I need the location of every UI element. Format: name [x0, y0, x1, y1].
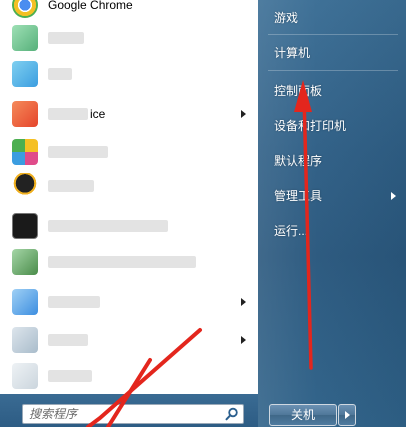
program-item[interactable]: [0, 20, 258, 56]
chrome-icon: [12, 0, 38, 18]
search-input[interactable]: [29, 406, 209, 422]
menu-item-control-panel[interactable]: 控制面板: [274, 84, 322, 98]
chevron-right-icon: [345, 411, 350, 419]
program-label: Google Chrome: [48, 0, 133, 12]
program-item[interactable]: [0, 168, 258, 204]
start-menu-right-panel: 游戏 计算机 控制面板 设备和打印机 默认程序 管理工具 运行...: [258, 0, 406, 427]
blurred-app-icon-1: [12, 25, 38, 51]
blurred-app-icon-4: [12, 139, 38, 165]
menu-separator: [268, 70, 398, 71]
submenu-arrow-icon: [241, 298, 246, 306]
menu-item-computer[interactable]: 计算机: [274, 46, 310, 60]
menu-item-default-programs[interactable]: 默认程序: [274, 154, 322, 168]
program-item[interactable]: ice: [0, 96, 258, 132]
search-icon[interactable]: [225, 407, 239, 421]
program-item[interactable]: [0, 56, 258, 92]
program-item[interactable]: [0, 208, 258, 244]
menu-item-admin-tools[interactable]: 管理工具: [274, 189, 322, 203]
blurred-app-icon-8: [12, 363, 38, 389]
program-item[interactable]: [0, 284, 258, 320]
shutdown-button[interactable]: 关机: [269, 404, 337, 426]
submenu-arrow-icon: [391, 192, 396, 200]
search-box[interactable]: [22, 404, 244, 424]
submenu-arrow-icon: [241, 336, 246, 344]
menu-item-games[interactable]: 游戏: [274, 11, 298, 25]
program-item[interactable]: [0, 358, 258, 394]
start-menu-programs-panel: Google Chrome ice: [0, 0, 258, 427]
qq-penguin-icon: [12, 173, 38, 199]
blurred-app-icon-2: [12, 61, 38, 87]
submenu-arrow-icon: [241, 110, 246, 118]
program-item[interactable]: [0, 322, 258, 358]
shutdown-options-button[interactable]: [338, 404, 356, 426]
blurred-app-icon-6: [12, 289, 38, 315]
program-label: ice: [90, 107, 106, 121]
blurred-app-icon-3: [12, 101, 38, 127]
program-item[interactable]: [0, 134, 258, 170]
blurred-app-icon-5: [12, 249, 38, 275]
menu-item-run[interactable]: 运行...: [274, 224, 308, 238]
blurred-app-icon-7: [12, 327, 38, 353]
program-item[interactable]: [0, 244, 258, 280]
menu-separator: [268, 34, 398, 35]
cmd-icon: [12, 213, 38, 239]
menu-item-devices-printers[interactable]: 设备和打印机: [274, 119, 346, 133]
